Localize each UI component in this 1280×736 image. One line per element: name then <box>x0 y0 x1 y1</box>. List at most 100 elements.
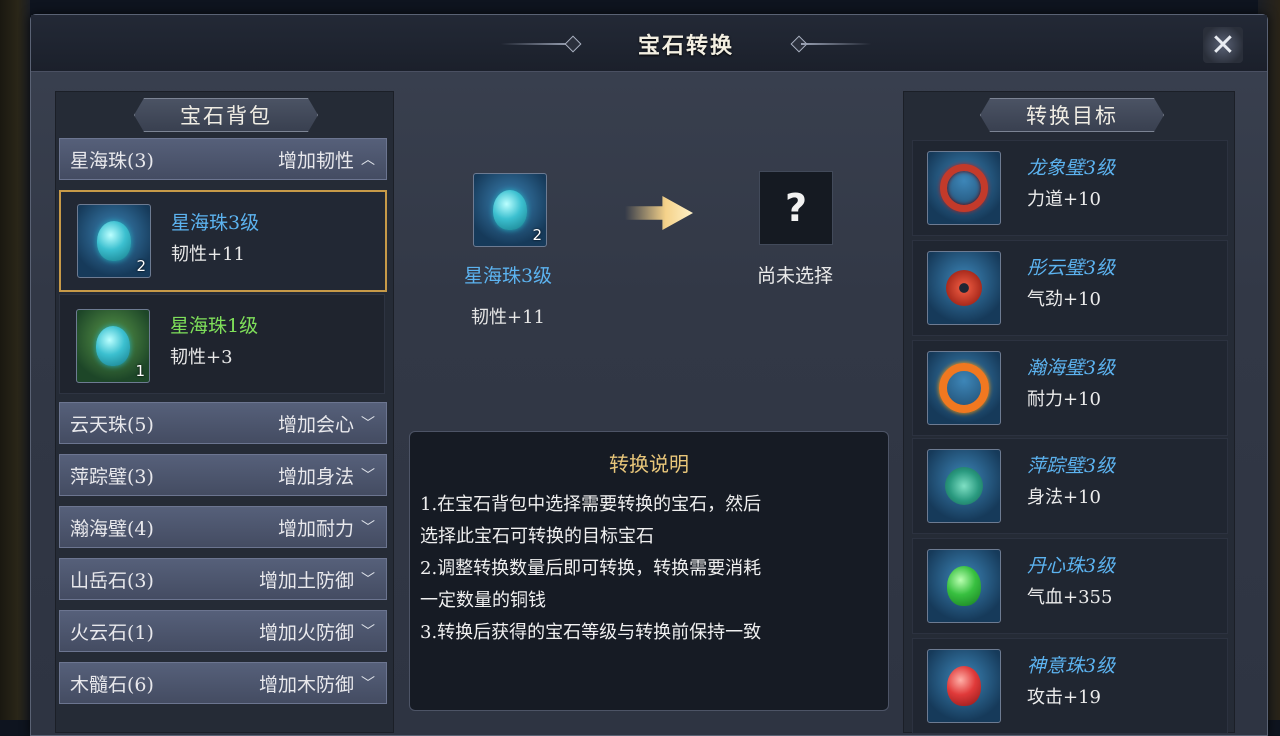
target-gem-row[interactable]: 丹心珠3级 气血+355 <box>912 538 1228 634</box>
gem-slot <box>927 649 1001 723</box>
category-row-shanyueshi[interactable]: 山岳石(3) 增加土防御 ﹀ <box>59 558 387 600</box>
source-gem-quantity: 2 <box>532 226 542 244</box>
category-name: 萍踪璧(3) <box>70 465 154 488</box>
chevron-down-icon: ﹀ <box>361 676 375 692</box>
window-title: 宝石转换 <box>637 33 734 59</box>
chevron-down-icon: ﹀ <box>361 520 375 536</box>
target-not-selected-label: 尚未选择 <box>756 265 833 287</box>
teal-gem-icon <box>96 326 130 366</box>
teal-gem-icon <box>97 221 131 261</box>
gem-slot <box>927 351 1001 425</box>
red-ring-gem-icon <box>940 164 988 212</box>
gem-item-stat: 韧性+3 <box>170 347 233 368</box>
category-effect: 增加身法 <box>277 465 354 488</box>
description-line: 选择此宝石可转换的目标宝石 <box>420 526 654 547</box>
category-right: 增加耐力 ﹀ <box>278 514 376 541</box>
gem-item-stat: 韧性+11 <box>171 244 245 265</box>
category-right: 增加土防御 ﹀ <box>259 566 376 593</box>
category-name: 火云石(1) <box>70 621 154 644</box>
chevron-down-icon: ﹀ <box>361 416 375 432</box>
gem-slot: 2 <box>77 204 151 278</box>
question-mark-icon: ? <box>784 186 808 230</box>
gem-quantity: 1 <box>135 362 145 380</box>
target-gem-stat: 力道+10 <box>1027 189 1101 210</box>
conversion-target-title: 转换目标 <box>980 98 1164 132</box>
category-row-musuishi[interactable]: 木髓石(6) 增加木防御 ﹀ <box>59 662 387 704</box>
target-gem-stat: 耐力+10 <box>1027 389 1101 410</box>
target-gem-row[interactable]: 萍踪璧3级 身法+10 <box>912 438 1228 534</box>
close-icon: ✕ <box>1210 27 1236 63</box>
window-header: 宝石转换 ✕ <box>31 15 1267 72</box>
background-left <box>0 0 30 720</box>
target-gem-name: 瀚海璧3级 <box>1027 357 1116 379</box>
gem-slot <box>927 549 1001 623</box>
category-effect: 增加耐力 <box>277 517 354 540</box>
source-gem-name: 星海珠3级 <box>463 265 553 287</box>
title-plate: 宝石转换 <box>501 23 871 65</box>
orange-ring-gem-icon <box>939 363 989 413</box>
target-gem-name: 丹心珠3级 <box>1027 555 1116 577</box>
title-ornament-left <box>501 43 571 45</box>
category-effect: 增加会心 <box>277 413 354 436</box>
description-line: 2.调整转换数量后即可转换，转换需要消耗 <box>420 558 762 579</box>
category-effect: 增加火防御 <box>258 621 354 644</box>
category-right: 增加会心 ﹀ <box>278 410 376 437</box>
category-row-yuntianzhu[interactable]: 云天珠(5) 增加会心 ﹀ <box>59 402 387 444</box>
gem-slot: 1 <box>76 309 150 383</box>
target-gem-stat: 攻击+19 <box>1027 687 1101 708</box>
close-button[interactable]: ✕ <box>1203 27 1243 63</box>
gem-conversion-window: 宝石转换 ✕ 宝石背包 星海珠(3) 增加韧性 ︿ 2 星海珠3级 韧性+11 <box>30 14 1268 736</box>
gem-slot <box>927 151 1001 225</box>
description-line: 3.转换后获得的宝石等级与转换前保持一致 <box>420 622 762 643</box>
target-gem-name: 龙象璧3级 <box>1027 157 1116 179</box>
category-name: 云天珠(5) <box>70 413 154 436</box>
category-row-xinghaizhu[interactable]: 星海珠(3) 增加韧性 ︿ <box>59 138 387 180</box>
category-right: 增加木防御 ﹀ <box>259 670 376 697</box>
jade-disc-gem-icon <box>945 467 983 505</box>
category-right: 增加身法 ﹀ <box>278 462 376 489</box>
target-gem-row[interactable]: 龙象璧3级 力道+10 <box>912 140 1228 236</box>
target-gem-stat: 身法+10 <box>1027 487 1101 508</box>
category-right: 增加火防御 ﹀ <box>259 618 376 645</box>
description-line: 一定数量的铜钱 <box>420 590 546 611</box>
category-right: 增加韧性 ︿ <box>278 146 376 173</box>
conversion-area: 2 星海珠3级 韧性+11 ? 尚未选择 转换说明 1.在宝石背包中选择需要转换… <box>403 91 893 731</box>
source-gem-slot[interactable]: 2 <box>473 173 547 247</box>
green-bead-gem-icon <box>947 566 981 606</box>
red-bead-gem-icon <box>947 666 981 706</box>
target-gem-row[interactable]: 彤云璧3级 气劲+10 <box>912 240 1228 336</box>
gem-item-card[interactable]: 1 星海珠1级 韧性+3 <box>59 294 385 394</box>
category-name: 山岳石(3) <box>70 569 154 592</box>
red-disc-gem-icon <box>946 270 982 306</box>
category-name: 星海珠(3) <box>70 149 154 172</box>
arrow-right-icon <box>625 196 693 230</box>
description-line: 1.在宝石背包中选择需要转换的宝石，然后 <box>420 494 762 515</box>
category-effect: 增加土防御 <box>258 569 354 592</box>
category-row-hanhaibi[interactable]: 瀚海璧(4) 增加耐力 ﹀ <box>59 506 387 548</box>
gem-slot <box>927 251 1001 325</box>
conversion-target-panel: 转换目标 龙象璧3级 力道+10 彤云璧3级 气劲+10 瀚海璧3级 耐力+10… <box>903 91 1235 734</box>
gem-item-card-selected[interactable]: 2 星海珠3级 韧性+11 <box>59 190 387 292</box>
category-row-huoyunshi[interactable]: 火云石(1) 增加火防御 ﹀ <box>59 610 387 652</box>
gem-item-name: 星海珠3级 <box>171 212 260 234</box>
gem-slot <box>927 449 1001 523</box>
title-ornament-right <box>801 43 871 45</box>
gem-quantity: 2 <box>136 257 146 275</box>
category-row-pingzongbi[interactable]: 萍踪璧(3) 增加身法 ﹀ <box>59 454 387 496</box>
gem-bag-title: 宝石背包 <box>134 98 318 132</box>
gem-item-name: 星海珠1级 <box>170 315 259 337</box>
source-gem-stat: 韧性+11 <box>471 307 545 328</box>
target-gem-slot[interactable]: ? <box>759 171 833 245</box>
target-gem-row[interactable]: 瀚海璧3级 耐力+10 <box>912 340 1228 436</box>
category-name: 木髓石(6) <box>70 673 154 696</box>
description-title: 转换说明 <box>609 452 689 476</box>
category-effect: 增加韧性 <box>277 149 354 172</box>
target-gem-name: 萍踪璧3级 <box>1027 455 1116 477</box>
teal-gem-icon <box>493 190 527 230</box>
target-gem-name: 神意珠3级 <box>1027 655 1116 677</box>
conversion-description-box: 转换说明 1.在宝石背包中选择需要转换的宝石，然后 选择此宝石可转换的目标宝石 … <box>409 431 889 711</box>
chevron-down-icon: ﹀ <box>361 624 375 640</box>
target-gem-stat: 气劲+10 <box>1027 289 1101 310</box>
chevron-down-icon: ﹀ <box>361 572 375 588</box>
title-ornament-diamond-left <box>564 35 582 53</box>
